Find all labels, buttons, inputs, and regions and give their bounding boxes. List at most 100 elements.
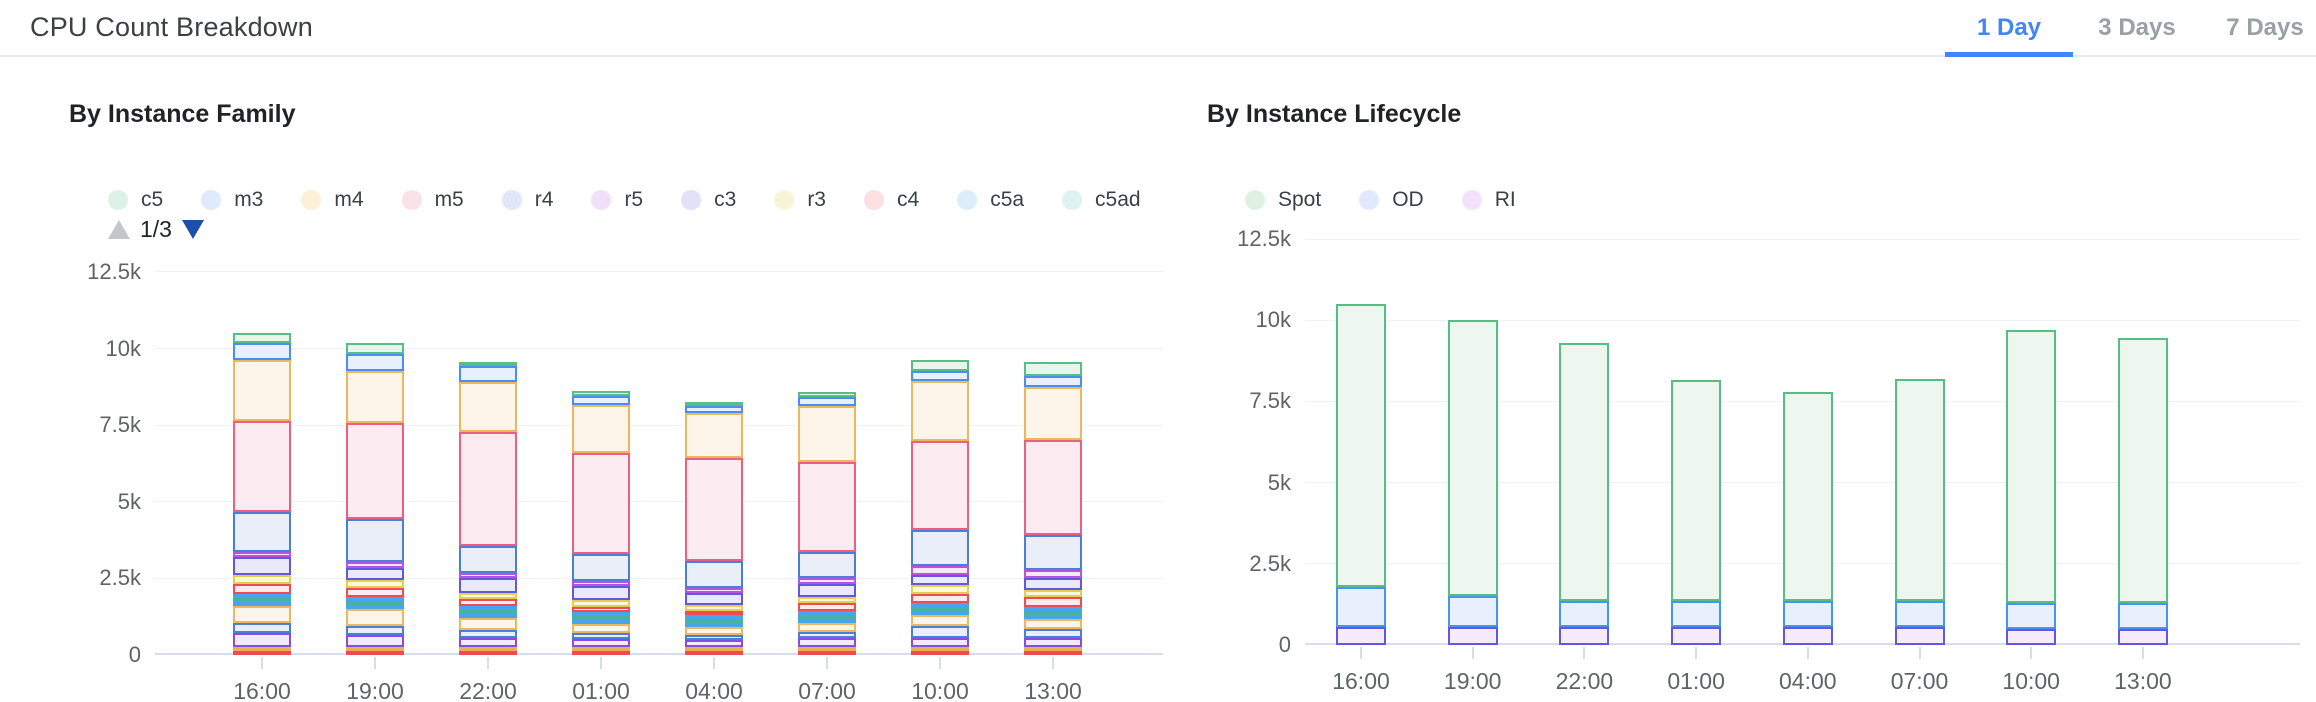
legend-item-ri[interactable]: RI <box>1462 188 1516 212</box>
bar-segment-r4 <box>911 530 969 567</box>
bar-segment-other-1 <box>685 651 743 655</box>
x-axis-line <box>155 653 1163 655</box>
legend-item-c5ad[interactable]: c5ad <box>1062 188 1141 212</box>
bar-segment-m4 <box>911 381 969 441</box>
lifecycle-bar-chart: 02.5k5k7.5k10k12.5k16:0019:0022:0001:000… <box>1305 230 2300 645</box>
legend-item-m3[interactable]: m3 <box>201 188 263 212</box>
bar-segment-RI <box>1783 627 1833 645</box>
legend-swatch-icon <box>502 190 522 210</box>
legend-item-c4[interactable]: c4 <box>864 188 919 212</box>
tab-3-days[interactable]: 3 Days <box>2073 0 2201 55</box>
bar-segment-OD <box>1448 596 1498 627</box>
bar-segment-r4 <box>572 554 630 582</box>
legend-item-m4[interactable]: m4 <box>301 188 363 212</box>
bar-segment-c4 <box>459 599 517 606</box>
stacked-bar-16:00 <box>233 333 291 655</box>
bar-segment-other-3 <box>459 638 517 647</box>
bar-segment-r4 <box>685 561 743 589</box>
bar-segment-m4 <box>346 371 404 423</box>
x-axis-tick <box>1583 647 1585 659</box>
stacked-bar-22:00 <box>1559 343 1609 645</box>
legend-swatch-icon <box>1359 190 1379 210</box>
bar-segment-m5 <box>1024 440 1082 535</box>
legend-item-c5[interactable]: c5 <box>108 188 163 212</box>
bar-segment-OD <box>1895 601 1945 627</box>
y-axis-tick-label: 2.5k <box>1201 551 1291 577</box>
bar-segment-other-3 <box>685 640 743 647</box>
x-axis-tick-label: 10:00 <box>2002 668 2060 695</box>
bar-segment-c5 <box>1024 362 1082 377</box>
x-axis-tick <box>939 657 941 669</box>
bar-segment-c3 <box>233 557 291 575</box>
bar-segment-other-5 <box>459 618 517 630</box>
legend-item-c5a[interactable]: c5a <box>957 188 1024 212</box>
bar-segment-other-1 <box>233 651 291 655</box>
legend-swatch-icon <box>1062 190 1082 210</box>
bar-segment-m3 <box>346 354 404 371</box>
bar-segment-OD <box>2118 603 2168 629</box>
bar-segment-m5 <box>911 441 969 530</box>
legend-label: c5ad <box>1095 188 1141 212</box>
x-axis-tick-label: 22:00 <box>1556 668 1614 695</box>
legend-item-spot[interactable]: Spot <box>1245 188 1321 212</box>
y-axis-tick-label: 5k <box>51 489 141 515</box>
legend-item-r5[interactable]: r5 <box>591 188 643 212</box>
bar-segment-c3 <box>911 575 969 585</box>
y-axis-tick-label: 12.5k <box>51 259 141 285</box>
gridline <box>155 501 1163 502</box>
legend-item-c3[interactable]: c3 <box>681 188 736 212</box>
legend-item-m5[interactable]: m5 <box>402 188 464 212</box>
legend-label: Spot <box>1278 188 1321 212</box>
tab-1-day[interactable]: 1 Day <box>1945 0 2073 55</box>
bar-segment-RI <box>2006 629 2056 645</box>
bar-segment-m4 <box>459 382 517 433</box>
stacked-bar-19:00 <box>1448 320 1498 645</box>
bar-segment-Spot <box>2118 338 2168 603</box>
x-axis-tick-label: 13:00 <box>1024 678 1082 702</box>
bar-segment-c3 <box>346 568 404 580</box>
legend-swatch-icon <box>774 190 794 210</box>
bar-segment-RI <box>1671 627 1721 645</box>
x-axis-tick-label: 04:00 <box>685 678 743 702</box>
bar-segment-other-1 <box>346 651 404 655</box>
x-axis-tick-label: 07:00 <box>798 678 856 702</box>
x-axis-tick <box>2142 647 2144 659</box>
bar-segment-m3 <box>685 406 743 414</box>
bar-segment-c4 <box>1024 597 1082 606</box>
legend-item-r3[interactable]: r3 <box>774 188 826 212</box>
bar-segment-m5 <box>685 458 743 561</box>
bar-segment-m5 <box>459 432 517 545</box>
bar-segment-RI <box>1559 627 1609 645</box>
x-axis-tick <box>713 657 715 669</box>
bar-segment-other-4 <box>459 630 517 638</box>
legend-label: m4 <box>334 188 363 212</box>
gridline <box>155 348 1163 349</box>
gridline <box>155 578 1163 579</box>
x-axis-tick-label: 10:00 <box>911 678 969 702</box>
stacked-bar-04:00 <box>685 402 743 655</box>
bar-segment-c5 <box>346 343 404 354</box>
x-axis-tick <box>826 657 828 669</box>
bar-segment-m5 <box>233 421 291 511</box>
legend-label: c5 <box>141 188 163 212</box>
bar-segment-c3 <box>685 593 743 605</box>
bar-segment-other-5 <box>346 609 404 626</box>
x-axis-tick <box>1919 647 1921 659</box>
bar-segment-r3 <box>911 585 969 594</box>
y-axis-tick-label: 0 <box>51 642 141 668</box>
legend-page-down-icon[interactable] <box>182 220 204 239</box>
bar-segment-r3 <box>346 580 404 588</box>
bar-segment-r5 <box>911 566 969 574</box>
legend-item-r4[interactable]: r4 <box>502 188 554 212</box>
tab-7-days[interactable]: 7 Days <box>2201 0 2316 55</box>
legend-swatch-icon <box>201 190 221 210</box>
bar-segment-Spot <box>1671 380 1721 601</box>
legend-item-od[interactable]: OD <box>1359 188 1424 212</box>
legend-page-up-icon[interactable] <box>108 220 130 239</box>
bar-segment-Spot <box>1559 343 1609 601</box>
bar-segment-Spot <box>1895 379 1945 601</box>
bar-segment-r4 <box>798 552 856 578</box>
x-axis-tick <box>1472 647 1474 659</box>
bar-segment-other-5 <box>572 624 630 633</box>
legend-label: c4 <box>897 188 919 212</box>
